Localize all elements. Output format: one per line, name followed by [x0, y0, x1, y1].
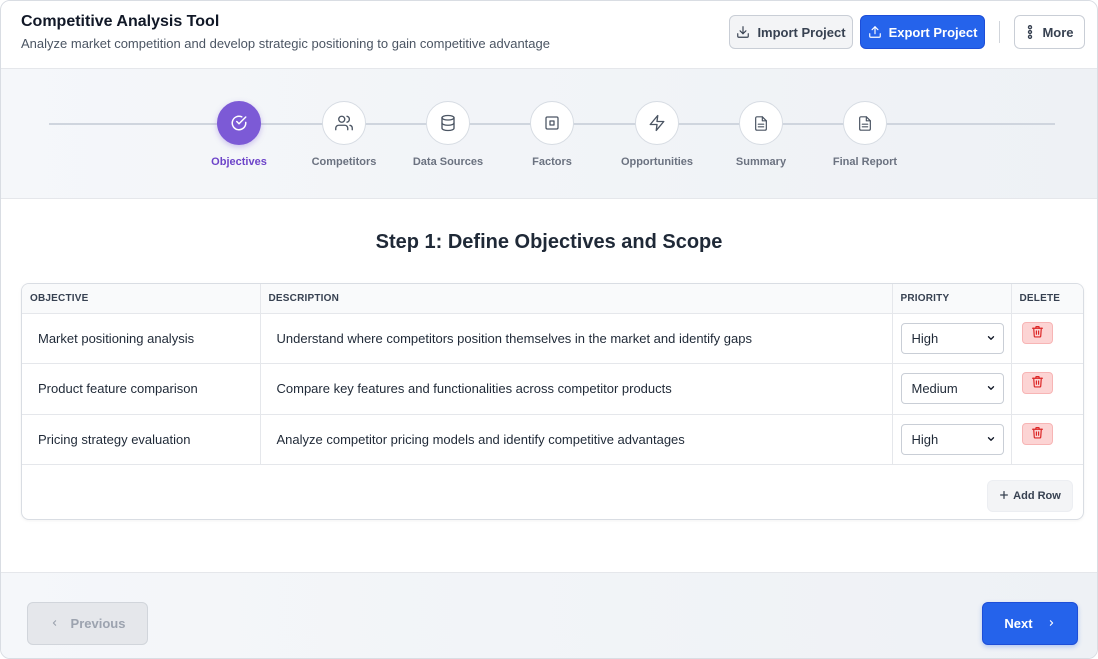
lightning-icon: [635, 101, 679, 145]
priority-value: High: [911, 431, 939, 447]
square-target-icon: [530, 101, 574, 145]
table-footer: Add Row: [22, 464, 1083, 519]
step-final-report[interactable]: Final Report: [820, 101, 910, 168]
chevron-right-icon: [1047, 616, 1056, 631]
objective-cell[interactable]: Market positioning analysis: [22, 313, 261, 364]
table-row: Product feature comparison Compare key f…: [22, 363, 1083, 415]
delete-row-button[interactable]: [1021, 422, 1053, 445]
app-subtitle: Analyze market competition and develop s…: [21, 36, 550, 51]
priority-value: High: [911, 330, 939, 346]
document-icon: [739, 101, 783, 145]
navigation-footer: Previous Next: [1, 572, 1097, 658]
step-label: Factors: [532, 156, 572, 168]
table-row: Pricing strategy evaluation Analyze comp…: [22, 414, 1083, 465]
next-label: Next: [1004, 616, 1033, 631]
export-project-label: Export Project: [888, 24, 978, 40]
objectives-table: OBJECTIVE DESCRIPTION PRIORITY DELETE Ma…: [22, 284, 1083, 465]
upload-icon: [868, 25, 882, 39]
trash-icon: [1031, 426, 1044, 442]
objective-cell[interactable]: Pricing strategy evaluation: [22, 414, 261, 465]
step-opportunities[interactable]: Opportunities: [612, 101, 702, 168]
description-cell[interactable]: Understand where competitors position th…: [260, 313, 893, 364]
table-header-row: OBJECTIVE DESCRIPTION PRIORITY DELETE: [22, 284, 1083, 314]
step-objectives[interactable]: Objectives: [194, 101, 284, 168]
table-row: Market positioning analysis Understand w…: [22, 313, 1083, 364]
description-cell[interactable]: Compare key features and functionalities…: [260, 363, 893, 415]
delete-row-button[interactable]: [1021, 321, 1053, 344]
header-divider: [999, 21, 1000, 43]
chevron-down-icon: [986, 432, 996, 447]
more-button[interactable]: More: [1014, 15, 1085, 49]
app-title: Competitive Analysis Tool: [21, 13, 220, 30]
add-row-button[interactable]: Add Row: [987, 480, 1073, 512]
chevron-left-icon: [50, 616, 59, 631]
step-factors[interactable]: Factors: [507, 101, 597, 168]
step-competitors[interactable]: Competitors: [299, 101, 389, 168]
column-header-description: DESCRIPTION: [260, 284, 893, 314]
column-header-priority: PRIORITY: [892, 284, 1012, 314]
delete-row-button[interactable]: [1021, 372, 1053, 394]
import-project-label: Import Project: [757, 24, 846, 40]
step-label: Summary: [735, 156, 787, 168]
column-header-objective: OBJECTIVE: [22, 284, 261, 314]
step-label: Final Report: [832, 156, 898, 168]
more-vertical-icon: [1025, 25, 1035, 39]
chevron-down-icon: [986, 331, 996, 346]
priority-value: Medium: [911, 381, 958, 397]
description-cell[interactable]: Analyze competitor pricing models and id…: [260, 414, 893, 465]
trash-icon: [1031, 325, 1044, 341]
step-label: Competitors: [311, 156, 377, 168]
priority-select[interactable]: High: [900, 423, 1004, 455]
page-title: Step 1: Define Objectives and Scope: [375, 231, 723, 253]
previous-label: Previous: [70, 616, 126, 631]
download-icon: [736, 25, 750, 39]
column-header-delete: DELETE: [1011, 284, 1083, 314]
check-circle-icon: [217, 101, 261, 145]
export-project-button[interactable]: Export Project: [860, 15, 985, 49]
objective-cell[interactable]: Product feature comparison: [22, 363, 261, 415]
previous-button[interactable]: Previous: [27, 602, 148, 645]
step-summary[interactable]: Summary: [716, 101, 806, 168]
step-data-sources[interactable]: Data Sources: [403, 101, 493, 168]
users-icon: [322, 101, 366, 145]
step-label: Objectives: [211, 156, 267, 168]
chevron-down-icon: [986, 381, 996, 396]
app-window: Competitive Analysis Tool Analyze market…: [0, 0, 1098, 659]
plus-icon: [999, 490, 1009, 503]
objectives-table-card: OBJECTIVE DESCRIPTION PRIORITY DELETE Ma…: [21, 283, 1084, 520]
document-icon: [843, 101, 887, 145]
trash-icon: [1031, 375, 1044, 391]
progress-stepper: Objectives Competitors Data Sources Fact…: [1, 69, 1097, 199]
database-icon: [426, 101, 470, 145]
priority-select[interactable]: High: [900, 322, 1004, 354]
app-header: Competitive Analysis Tool Analyze market…: [1, 1, 1097, 69]
add-row-label: Add Row: [1013, 490, 1061, 502]
step-label: Opportunities: [620, 156, 694, 168]
more-label: More: [1042, 24, 1074, 40]
next-button[interactable]: Next: [982, 602, 1078, 645]
step-label: Data Sources: [412, 156, 484, 168]
import-project-button[interactable]: Import Project: [729, 15, 853, 49]
priority-select[interactable]: Medium: [900, 373, 1004, 405]
